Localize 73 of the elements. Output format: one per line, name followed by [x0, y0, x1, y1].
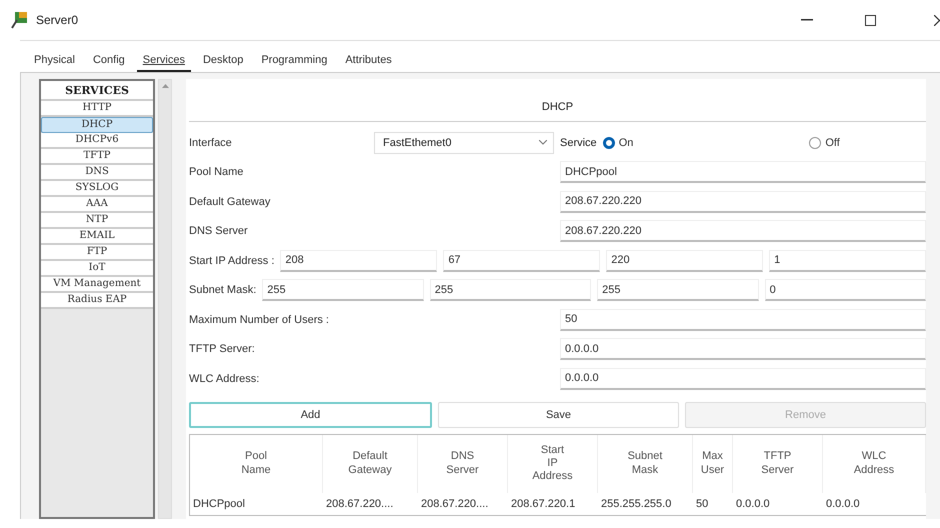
tab[interactable]: Attributes — [339, 54, 398, 72]
column-header: Start IP Address — [508, 434, 598, 492]
table-cell-text: 208.67.220.... — [420, 496, 490, 512]
input-field[interactable]: 0 — [764, 279, 926, 302]
service-item[interactable]: HTTP — [41, 101, 153, 117]
field-label: Pool Name — [189, 166, 244, 178]
table-cell-text: 208.67.220.1 — [510, 496, 576, 512]
service-item[interactable]: EMAIL — [41, 229, 153, 245]
field-label: DNS Server — [189, 225, 249, 238]
service-item[interactable]: AAA — [41, 197, 153, 213]
table-cell-text: 50 — [695, 496, 710, 512]
column-header: Max User — [693, 434, 733, 492]
input-field[interactable]: 255 — [597, 279, 759, 302]
service-item[interactable]: FTP — [41, 245, 153, 261]
table-cell-text: 0.0.0.0 — [735, 496, 771, 512]
field-label: Service — [560, 136, 597, 149]
field-label: WLC Address: — [189, 372, 260, 385]
column-header: Subnet Mask — [598, 434, 693, 492]
field-label: TFTP Server: — [189, 343, 256, 356]
column-header: DNS Server — [418, 434, 508, 492]
column-header: Pool Name — [190, 434, 323, 492]
input-field[interactable]: DHCPpool — [560, 161, 926, 184]
field-label: Start IP Address : — [189, 254, 274, 267]
input-field[interactable]: 255 — [430, 279, 592, 302]
table-cell-text: 0.0.0.0 — [825, 496, 861, 512]
service-item[interactable]: DHCPv6 — [41, 133, 153, 149]
tab[interactable]: Desktop — [196, 54, 250, 72]
maximize-icon[interactable] — [865, 14, 876, 26]
close-icon[interactable] — [934, 14, 940, 26]
input-field[interactable]: 255 — [262, 279, 424, 302]
window-title: Server0 — [36, 13, 78, 27]
input-field[interactable]: 1 — [769, 250, 926, 272]
service-item[interactable]: TFTP — [41, 149, 153, 165]
input-field[interactable]: 0.0.0.0 — [560, 368, 926, 390]
table-cell-text: 208.67.220.... — [325, 496, 394, 512]
table-cell-text: DHCPpool — [192, 496, 246, 512]
column-header: WLC Address — [823, 434, 926, 492]
section-title: DHCP — [189, 79, 926, 122]
tab[interactable]: Physical — [28, 54, 81, 72]
scrollbar[interactable] — [158, 79, 172, 519]
tab[interactable]: Programming — [255, 54, 334, 72]
server-icon — [10, 11, 28, 29]
radio-option[interactable]: Off — [809, 136, 840, 149]
action-button[interactable]: Save — [438, 402, 679, 428]
field-label: Interface — [189, 136, 233, 149]
tab[interactable]: Config — [86, 54, 131, 72]
input-field[interactable]: 208.67.220.220 — [560, 220, 926, 242]
list-heading: SERVICES — [41, 81, 153, 101]
service-item[interactable]: SYSLOG — [41, 181, 153, 197]
field-label: Subnet Mask: — [189, 284, 256, 296]
input-field[interactable]: 208 — [280, 250, 438, 272]
input-field[interactable]: 208.67.220.220 — [560, 190, 926, 213]
interface-dropdown[interactable]: FastEthemet0 — [374, 132, 554, 154]
service-item[interactable]: DHCP — [41, 117, 153, 133]
service-item[interactable]: NTP — [41, 213, 153, 229]
table-cell-text: 255.255.255.0 — [600, 496, 672, 512]
action-button[interactable]: Add — [189, 402, 432, 428]
field-label: Maximum Number of Users : — [189, 314, 330, 326]
field-label: Default Gateway — [189, 196, 272, 208]
input-field[interactable]: 0.0.0.0 — [560, 338, 926, 360]
service-item[interactable]: IoT — [41, 261, 153, 277]
chevron-icon — [539, 140, 547, 146]
column-header: Default Gateway — [323, 434, 418, 492]
service-item[interactable]: DNS — [41, 165, 153, 181]
service-item[interactable]: VM Management — [41, 277, 153, 293]
input-field[interactable]: 67 — [443, 250, 600, 272]
input-field[interactable]: 220 — [606, 250, 764, 272]
minimize-icon[interactable] — [801, 19, 813, 21]
service-item[interactable]: Radius EAP — [41, 293, 153, 309]
column-header: TFTP Server — [733, 434, 823, 492]
input-field[interactable]: 50 — [560, 308, 926, 331]
radio-option[interactable]: On — [602, 136, 634, 149]
tab[interactable]: Services — [136, 54, 191, 72]
